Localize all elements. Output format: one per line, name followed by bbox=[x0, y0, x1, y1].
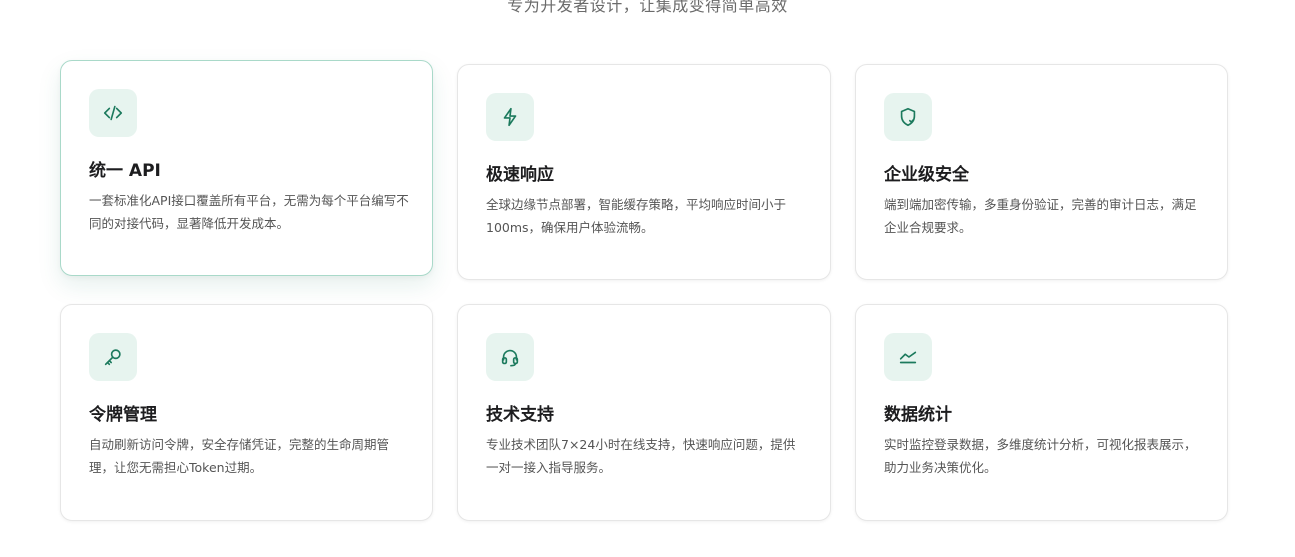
chart-line-icon bbox=[884, 333, 932, 381]
feature-description: 专业技术团队7×24小时在线支持，快速响应问题，提供一对一接入指导服务。 bbox=[486, 437, 796, 475]
feature-title: 企业级安全 bbox=[884, 165, 969, 185]
feature-title: 技术支持 bbox=[486, 405, 554, 425]
headset-icon bbox=[486, 333, 534, 381]
feature-title: 统一 API bbox=[89, 161, 161, 181]
feature-card-enterprise-security[interactable]: 企业级安全 端到端加密传输，多重身份验证，完善的审计日志，满足企业合规要求。 bbox=[855, 64, 1228, 280]
code-icon bbox=[89, 89, 137, 137]
feature-description: 一套标准化API接口覆盖所有平台，无需为每个平台编写不同的对接代码，显著降低开发… bbox=[89, 193, 409, 231]
section-subtitle: 专为开发者设计，让集成变得简单高效 bbox=[507, 0, 788, 15]
feature-title: 数据统计 bbox=[884, 405, 952, 425]
feature-title: 令牌管理 bbox=[89, 405, 157, 425]
feature-description: 全球边缘节点部署，智能缓存策略，平均响应时间小于100ms，确保用户体验流畅。 bbox=[486, 197, 787, 235]
feature-card-token-management[interactable]: 令牌管理 自动刷新访问令牌，安全存储凭证，完整的生命周期管理，让您无需担心Tok… bbox=[60, 304, 433, 521]
feature-card-fast-response[interactable]: 极速响应 全球边缘节点部署，智能缓存策略，平均响应时间小于100ms，确保用户体… bbox=[457, 64, 831, 280]
feature-card-unified-api[interactable]: 统一 API 一套标准化API接口覆盖所有平台，无需为每个平台编写不同的对接代码… bbox=[60, 60, 433, 276]
lightning-icon bbox=[486, 93, 534, 141]
feature-description: 自动刷新访问令牌，安全存储凭证，完整的生命周期管理，让您无需担心Token过期。 bbox=[89, 437, 390, 475]
feature-title: 极速响应 bbox=[486, 165, 554, 185]
key-icon bbox=[89, 333, 137, 381]
shield-icon bbox=[884, 93, 932, 141]
feature-card-data-statistics[interactable]: 数据统计 实时监控登录数据，多维度统计分析，可视化报表展示，助力业务决策优化。 bbox=[855, 304, 1228, 521]
feature-description: 实时监控登录数据，多维度统计分析，可视化报表展示，助力业务决策优化。 bbox=[884, 437, 1197, 475]
features-section: 专为开发者设计，让集成变得简单高效 统一 API 一套标准化API接口覆盖所有平… bbox=[0, 0, 1295, 557]
feature-description: 端到端加密传输，多重身份验证，完善的审计日志，满足企业合规要求。 bbox=[884, 197, 1197, 235]
feature-card-tech-support[interactable]: 技术支持 专业技术团队7×24小时在线支持，快速响应问题，提供一对一接入指导服务… bbox=[457, 304, 831, 521]
